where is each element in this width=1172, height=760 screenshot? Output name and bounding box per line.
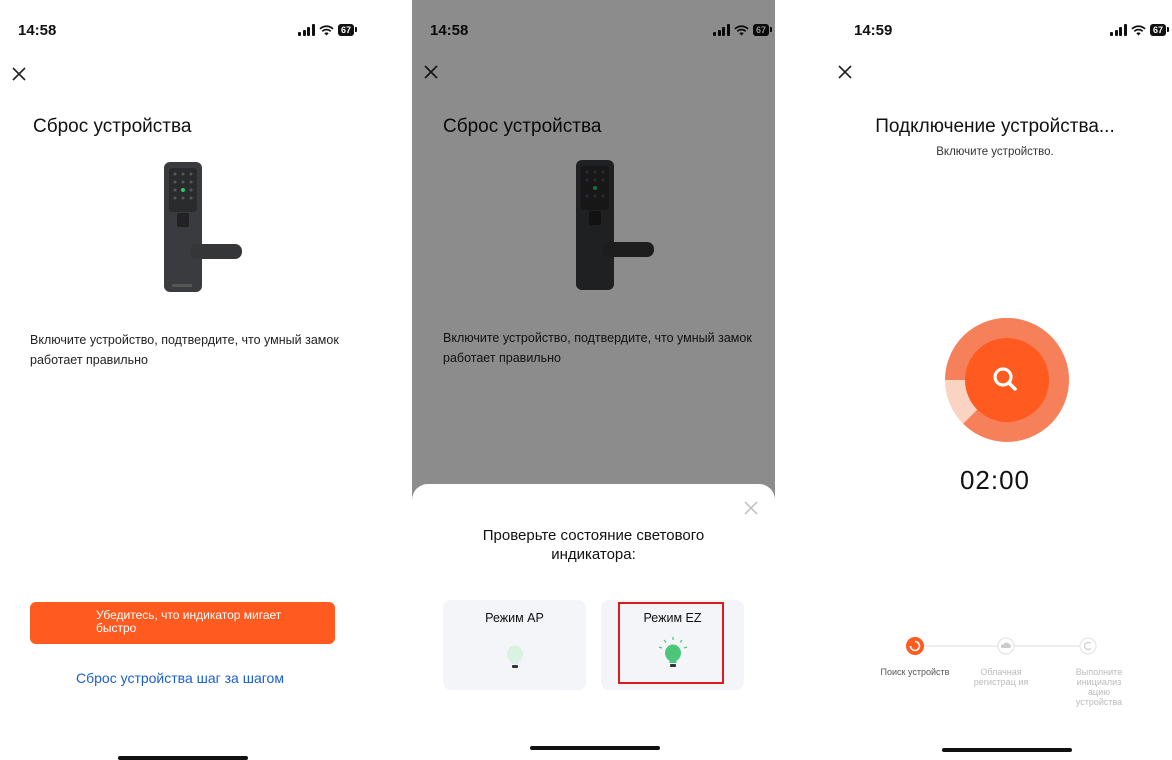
mode-label: Режим AP (485, 611, 544, 625)
wifi-icon (1131, 24, 1146, 35)
battery-icon: 67 (1149, 24, 1170, 36)
battery-icon: 67 (337, 24, 358, 36)
home-indicator (942, 748, 1072, 752)
status-time: 14:59 (854, 22, 893, 39)
wifi-icon (319, 24, 334, 35)
step-device-init: Выполните инициализ ацию устройства (1075, 667, 1123, 707)
step-search-devices: Поиск устройств (880, 667, 950, 677)
bulb-off-icon (507, 645, 523, 668)
status-bar: 14:59 67 (818, 22, 1172, 44)
instruction-text: Включите устройство, подтвердите, что ум… (30, 333, 339, 367)
connecting-screen: 14:59 67 Подключение устройства... Включ… (818, 0, 1172, 760)
reset-step-by-step-link[interactable]: Сброс устройства шаг за шагом (0, 670, 360, 686)
search-progress-indicator (945, 318, 1069, 442)
close-icon[interactable] (835, 62, 855, 82)
home-indicator (530, 746, 660, 750)
indicator-check-screen: 14:58 67 Сброс устройства Включите устро… (412, 0, 775, 760)
status-bar: 14:58 67 (0, 22, 360, 44)
page-title: Подключение устройства... (875, 116, 1115, 137)
button-label: Убедитесь, что индикатор мигает быстро (96, 608, 282, 635)
steps-track (906, 637, 1097, 655)
sheet-title: Проверьте состояние светового индикатора… (482, 527, 705, 563)
home-indicator (118, 756, 248, 760)
status-time: 14:58 (18, 22, 57, 39)
countdown-timer: 02:00 (959, 465, 1031, 495)
page-title: Сброс устройства (33, 116, 192, 137)
smart-lock-image (164, 162, 242, 292)
indicator-bottom-sheet: Проверьте состояние светового индикатора… (412, 484, 775, 760)
sheet-close-icon[interactable] (741, 498, 761, 518)
mode-ap-card[interactable]: Режим AP (443, 600, 586, 690)
reset-device-screen: 14:58 67 Сброс устройства Включите устро… (0, 0, 360, 760)
selected-mode-highlight (618, 602, 724, 684)
signal-icon (298, 24, 315, 36)
close-icon[interactable] (9, 64, 29, 84)
confirm-fast-blink-button[interactable]: Убедитесь, что индикатор мигает быстро (30, 602, 335, 644)
page-subtitle: Включите устройство. (936, 146, 1054, 158)
step-cloud-registration: Облачная регистрац ия (973, 667, 1029, 687)
signal-icon (1110, 24, 1127, 36)
